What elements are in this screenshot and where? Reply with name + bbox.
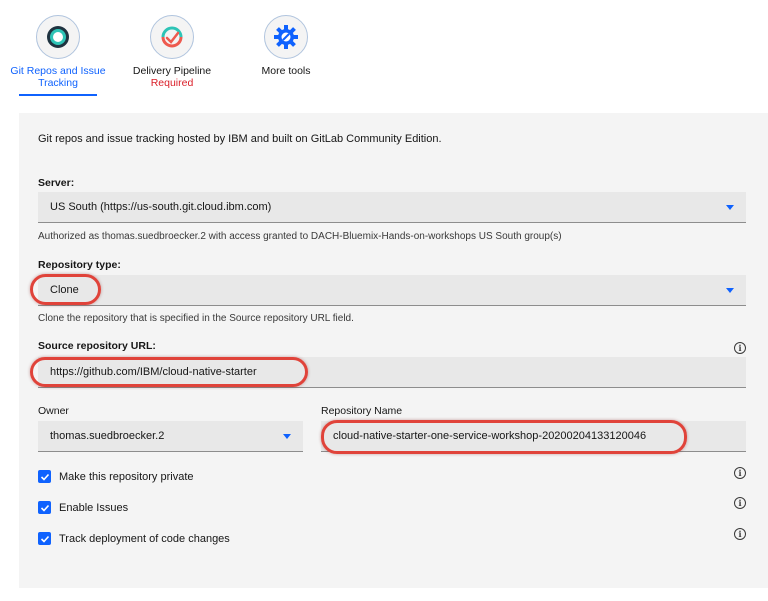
info-icon[interactable]: i	[734, 467, 746, 479]
source-url-input[interactable]: https://github.com/IBM/cloud-native-star…	[38, 357, 746, 388]
tool-more-tools[interactable]: More tools	[236, 15, 336, 77]
enable-issues-option[interactable]: Enable Issues	[38, 501, 128, 514]
repository-type-label: Repository type:	[38, 259, 121, 271]
server-helper: Authorized as thomas.suedbroecker.2 with…	[38, 231, 562, 242]
tool-git-repos-label: Git Repos and Issue Tracking	[10, 65, 106, 89]
tool-git-repos[interactable]: Git Repos and Issue Tracking	[8, 15, 108, 89]
active-tab-indicator	[19, 94, 97, 96]
repository-name-input[interactable]: cloud-native-starter-one-service-worksho…	[321, 421, 746, 452]
tool-delivery-pipeline[interactable]: Delivery Pipeline Required	[122, 15, 222, 89]
git-repos-icon	[36, 15, 80, 59]
owner-label: Owner	[38, 405, 69, 417]
enable-issues-label: Enable Issues	[59, 501, 129, 514]
private-repo-option[interactable]: Make this repository private	[38, 470, 194, 483]
server-value: US South (https://us-south.git.cloud.ibm…	[50, 201, 272, 213]
repository-type-select[interactable]: Clone	[38, 275, 746, 306]
server-select[interactable]: US South (https://us-south.git.cloud.ibm…	[38, 192, 746, 223]
source-url-label: Source repository URL:	[38, 340, 156, 352]
info-icon[interactable]: i	[734, 342, 746, 354]
gear-tools-icon	[264, 15, 308, 59]
owner-value: thomas.suedbroecker.2	[50, 430, 165, 442]
required-badge: Required	[150, 77, 194, 89]
repository-type-helper: Clone the repository that is specified i…	[38, 313, 354, 324]
tool-description: Git repos and issue tracking hosted by I…	[38, 133, 442, 145]
chevron-down-icon	[726, 205, 734, 210]
source-url-value: https://github.com/IBM/cloud-native-star…	[50, 366, 257, 378]
server-label: Server:	[38, 177, 75, 189]
chevron-down-icon	[283, 434, 291, 439]
repository-name-label: Repository Name	[321, 405, 403, 417]
chevron-down-icon	[726, 288, 734, 293]
private-repo-label: Make this repository private	[59, 470, 194, 483]
repository-type-value: Clone	[50, 284, 79, 296]
delivery-pipeline-icon	[150, 15, 194, 59]
info-icon[interactable]: i	[734, 497, 746, 509]
info-icon[interactable]: i	[734, 528, 746, 540]
tool-delivery-pipeline-label: Delivery Pipeline	[132, 65, 212, 77]
track-deployment-label: Track deployment of code changes	[59, 532, 230, 545]
checkbox-checked-icon[interactable]	[38, 470, 51, 483]
checkbox-checked-icon[interactable]	[38, 532, 51, 545]
repository-name-value: cloud-native-starter-one-service-worksho…	[333, 430, 647, 442]
tool-more-tools-label: More tools	[261, 65, 311, 77]
track-deployment-option[interactable]: Track deployment of code changes	[38, 532, 230, 545]
owner-select[interactable]: thomas.suedbroecker.2	[38, 421, 303, 452]
checkbox-checked-icon[interactable]	[38, 501, 51, 514]
